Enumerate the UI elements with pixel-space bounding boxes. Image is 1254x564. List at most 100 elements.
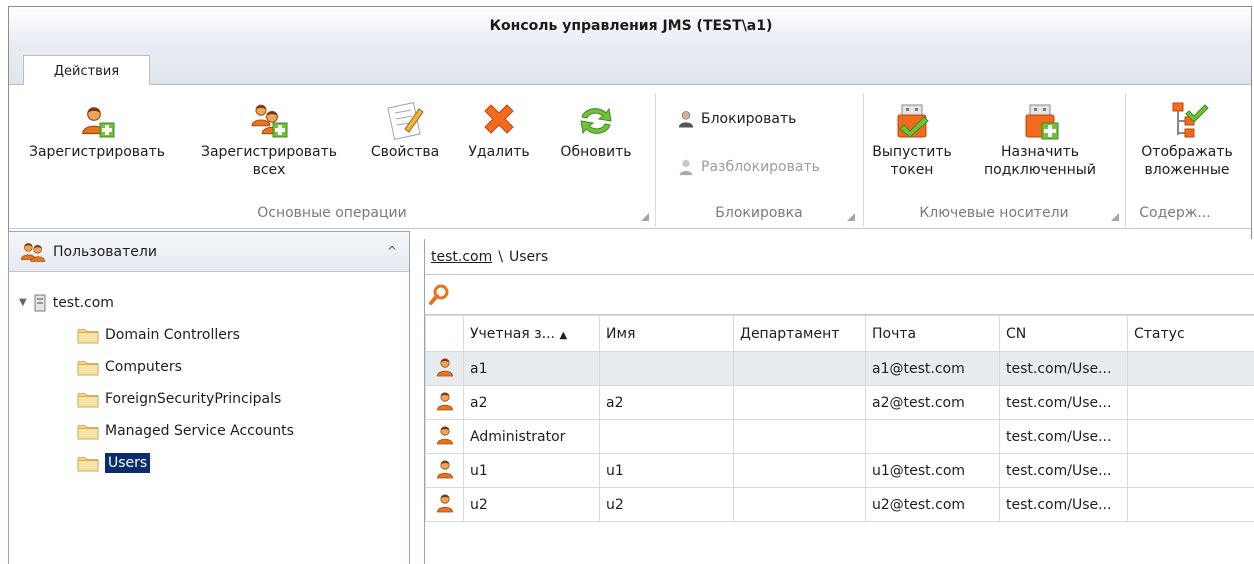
- issue-token-icon: [897, 104, 929, 138]
- tree-node-label: Computers: [105, 359, 182, 375]
- cell-account: Administrator: [463, 419, 600, 454]
- user-icon: [436, 391, 453, 410]
- properties-label: Свойства: [370, 144, 440, 160]
- cell-account: u2: [463, 487, 600, 522]
- user-row-icon: [425, 487, 464, 522]
- show-nested-button[interactable]: Отображать вложенные: [1129, 99, 1245, 179]
- block-button[interactable]: Блокировать: [677, 109, 796, 129]
- column-header-cn[interactable]: CN: [999, 315, 1128, 352]
- group-launcher-icon[interactable]: [641, 213, 649, 221]
- users-panel: Пользователи ^ ▼ test.com Domain Control…: [8, 231, 410, 564]
- column-header-name[interactable]: Имя: [599, 315, 734, 352]
- cell-cn: test.com/Use...: [999, 385, 1128, 420]
- cell-status: [1127, 419, 1254, 454]
- folder-icon: [77, 424, 99, 439]
- column-header-mail[interactable]: Почта: [865, 315, 1000, 352]
- window-title: Консоль управления JMS (TEST\a1): [9, 7, 1251, 51]
- table-header-row: Учетная з... ▲ Имя Департамент Почта CN …: [425, 315, 1254, 352]
- properties-button[interactable]: Свойства: [365, 99, 445, 161]
- domain-server-icon: [34, 294, 46, 312]
- users-icon: [20, 242, 46, 262]
- user-icon: [436, 493, 453, 512]
- refresh-button[interactable]: Обновить: [551, 99, 641, 161]
- search-bar[interactable]: [425, 279, 1254, 315]
- cell-name: [599, 419, 734, 454]
- user-row-icon: [425, 351, 464, 386]
- users-panel-title: Пользователи: [53, 243, 157, 260]
- unblock-label: Разблокировать: [701, 159, 820, 175]
- cell-status: [1127, 487, 1254, 522]
- cell-mail: u2@test.com: [865, 487, 1000, 522]
- breadcrumb-current: Users: [508, 248, 549, 265]
- tree-node-domain-controllers[interactable]: Domain Controllers: [77, 322, 240, 348]
- users-add-icon: [251, 104, 288, 138]
- cell-account: a1: [463, 351, 600, 386]
- users-panel-header[interactable]: Пользователи ^: [9, 232, 409, 272]
- table-row[interactable]: u2 u2 u2@test.com test.com/Use...: [425, 487, 1254, 522]
- unblock-button[interactable]: Разблокировать: [677, 157, 820, 177]
- table-row[interactable]: u1 u1 u1@test.com test.com/Use...: [425, 453, 1254, 488]
- group-caption-main: Основные операции: [257, 205, 407, 221]
- tab-actions[interactable]: Действия: [23, 55, 150, 86]
- register-all-button[interactable]: Зарегистрировать всех: [189, 99, 349, 179]
- issue-token-button[interactable]: Выпустить токен: [867, 99, 957, 179]
- cell-department: [733, 453, 866, 488]
- tree-node-managed-service-accounts[interactable]: Managed Service Accounts: [77, 418, 294, 444]
- register-label: Зарегистрировать: [28, 144, 166, 160]
- cell-department: [733, 419, 866, 454]
- group-launcher-icon[interactable]: [1111, 213, 1119, 221]
- user-icon: [436, 459, 453, 478]
- tree-expand-arrow-icon[interactable]: ▼: [19, 290, 27, 316]
- column-header-label: Учетная з...: [470, 325, 555, 342]
- show-nested-icon: [1172, 102, 1209, 138]
- cell-cn: test.com/Use...: [999, 419, 1128, 454]
- breadcrumb-link-domain[interactable]: test.com: [431, 249, 492, 265]
- column-header-account[interactable]: Учетная з... ▲: [463, 315, 600, 352]
- cell-name: u2: [599, 487, 734, 522]
- unlock-user-icon: [679, 159, 693, 176]
- group-caption-block: Блокировка: [715, 205, 803, 221]
- tree-node-computers[interactable]: Computers: [77, 354, 182, 380]
- register-button[interactable]: Зарегистрировать: [17, 99, 177, 161]
- cell-cn: test.com/Use...: [999, 453, 1128, 488]
- column-header-status[interactable]: Статус: [1127, 315, 1254, 352]
- cell-cn: test.com/Use...: [999, 351, 1128, 386]
- group-launcher-icon[interactable]: [847, 213, 855, 221]
- table-row[interactable]: Administrator test.com/Use...: [425, 419, 1254, 454]
- table-row[interactable]: a1 a1@test.com test.com/Use...: [425, 351, 1254, 386]
- tree-node-users[interactable]: Users: [77, 450, 151, 476]
- refresh-label: Обновить: [560, 144, 632, 160]
- collapse-chevron-icon[interactable]: ^: [387, 244, 397, 258]
- cell-account: u1: [463, 453, 600, 488]
- tree-node-foreign-security-principals[interactable]: ForeignSecurityPrincipals: [77, 386, 281, 412]
- group-caption-content: Содерж...: [1139, 205, 1211, 221]
- sort-ascending-icon: ▲: [559, 329, 568, 341]
- delete-button[interactable]: Удалить: [459, 99, 539, 161]
- cell-mail: a2@test.com: [865, 385, 1000, 420]
- cell-department: [733, 487, 866, 522]
- folder-icon: [77, 328, 99, 343]
- tree-node-root[interactable]: ▼ test.com: [19, 290, 114, 316]
- search-icon[interactable]: [429, 283, 451, 305]
- user-icon: [436, 425, 453, 444]
- folder-icon: [77, 360, 99, 375]
- block-label: Блокировать: [701, 111, 797, 127]
- cell-cn: test.com/Use...: [999, 487, 1128, 522]
- user-row-icon: [425, 385, 464, 420]
- refresh-icon: [580, 107, 612, 135]
- assign-connected-button[interactable]: Назначить подключенный: [973, 99, 1107, 179]
- user-row-icon: [425, 419, 464, 454]
- tree-node-label: Managed Service Accounts: [105, 423, 294, 439]
- column-header-department[interactable]: Департамент: [733, 315, 866, 352]
- table-row[interactable]: a2 a2 a2@test.com test.com/Use...: [425, 385, 1254, 420]
- user-row-icon: [425, 453, 464, 488]
- cell-status: [1127, 385, 1254, 420]
- delete-icon: [484, 104, 514, 134]
- ribbon-tabstrip: Действия: [9, 51, 1251, 86]
- cell-department: [733, 351, 866, 386]
- users-list-pane: test.com \ Users Учетная з... ▲ Имя Депа…: [424, 239, 1254, 564]
- users-table: Учетная з... ▲ Имя Департамент Почта CN …: [425, 315, 1254, 522]
- user-add-icon: [81, 106, 115, 138]
- tree-node-label: Domain Controllers: [105, 327, 240, 343]
- lock-user-icon: [678, 111, 694, 128]
